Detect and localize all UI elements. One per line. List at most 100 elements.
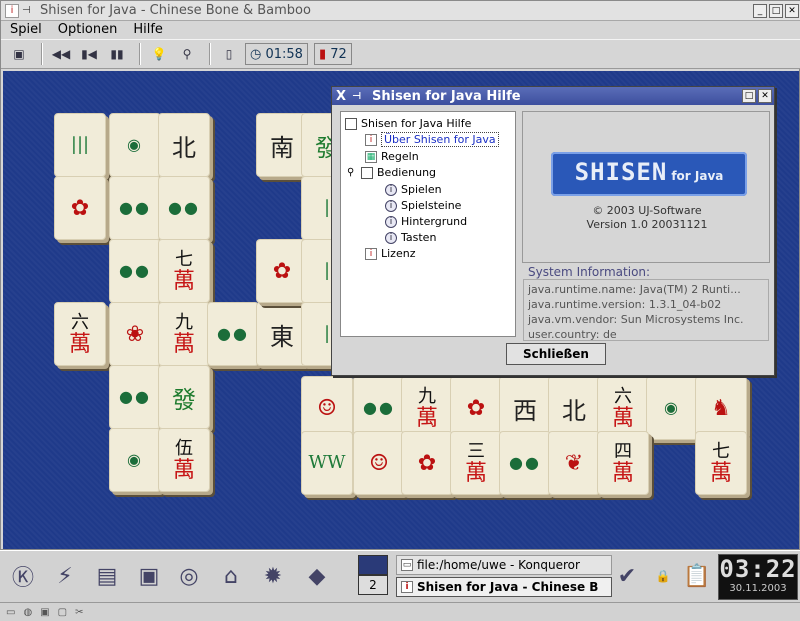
about-panel: SHISEN for Java © 2003 UJ-Software Versi…	[522, 111, 770, 263]
document-icon[interactable]: ▤	[90, 559, 124, 593]
window-icon[interactable]: ▢	[58, 607, 67, 618]
toolbar: ▣ ◀◀ ▮◀ ▮▮ 💡 ⚲ ▯ ◷ 01:58 ▮ 72	[1, 39, 800, 69]
sysinfo-line: user.country: de	[528, 328, 617, 341]
tree-item-label: Hintergrund	[401, 215, 468, 228]
mahjong-tile[interactable]: 九萬	[158, 302, 210, 366]
expand-icon[interactable]: ⚲	[347, 167, 361, 178]
logo-subtitle: for Java	[671, 169, 724, 183]
close-button[interactable]: ✕	[785, 4, 799, 18]
desktop-pager[interactable]: 2	[358, 555, 388, 597]
tree-item-label: Shisen for Java Hilfe	[361, 117, 472, 130]
dialog-close-button[interactable]: ✕	[758, 89, 772, 103]
mahjong-tile[interactable]: ✿	[54, 176, 106, 240]
desktop-2[interactable]: 2	[358, 575, 388, 595]
mahjong-tile[interactable]: ☺	[353, 431, 405, 495]
mahjong-tile[interactable]: ●●	[158, 176, 210, 240]
shell-icon[interactable]: ▣	[132, 559, 166, 593]
mahjong-tile[interactable]: 三萬	[450, 431, 502, 495]
new-game-icon[interactable]: ▣	[7, 42, 31, 66]
mahjong-tile[interactable]: ●●	[109, 239, 161, 303]
mahjong-tile[interactable]: 四萬	[597, 431, 649, 495]
kde-menu-icon[interactable]: Ⓚ	[6, 559, 40, 593]
mahjong-tile[interactable]: 伍萬	[158, 428, 210, 492]
undo-icon[interactable]: ▮◀	[77, 42, 101, 66]
mahjong-tile[interactable]: WW	[301, 431, 353, 495]
bottom-strip: ▭ ◍ ▣ ▢ ✂	[0, 602, 800, 621]
minimize-button[interactable]: _	[753, 4, 767, 18]
mahjong-tile[interactable]: 七萬	[695, 431, 747, 495]
window-title: Shisen for Java - Chinese Bone & Bamboo	[40, 3, 311, 18]
mahjong-tile[interactable]: ◉	[646, 376, 698, 440]
mahjong-tile[interactable]: ●●	[109, 176, 161, 240]
menu-hilfe[interactable]: Hilfe	[124, 21, 170, 39]
sysinfo-line: java.runtime.name: Java(TM) 2 Runti...	[528, 283, 741, 296]
menu-optionen[interactable]: Optionen	[49, 21, 125, 39]
task-konqueror[interactable]: ▭ file:/home/uwe - Konqueror	[396, 555, 612, 575]
clipboard-icon[interactable]: 📋	[680, 559, 714, 593]
mahjong-tile[interactable]: ●●	[499, 431, 551, 495]
maximize-button[interactable]: □	[769, 4, 783, 18]
binoculars-icon[interactable]: ⚲	[175, 42, 199, 66]
tree-item-playing[interactable]: i Spielen	[385, 182, 442, 197]
mahjong-tile[interactable]: ◉	[109, 428, 161, 492]
tree-item-tiles[interactable]: i Spielsteine	[385, 198, 461, 213]
page-icon: ▦	[365, 150, 377, 163]
mahjong-tile[interactable]: ◉	[109, 113, 161, 177]
desktop-1[interactable]	[358, 555, 388, 575]
mahjong-tile[interactable]: ●●	[207, 302, 259, 366]
tree-item-background[interactable]: i Hintergrund	[385, 214, 467, 229]
menu-spiel[interactable]: Spiel	[1, 21, 49, 39]
checkmark-icon[interactable]: ✔	[610, 559, 644, 593]
mahjong-tile[interactable]: 七萬	[158, 239, 210, 303]
home-icon[interactable]: ⌂	[214, 559, 248, 593]
task-label: Shisen for Java - Chinese B	[417, 580, 599, 594]
panel-icon[interactable]: ▭	[6, 607, 15, 618]
mahjong-tile[interactable]: |||	[54, 113, 106, 177]
mahjong-tile[interactable]: 發	[158, 365, 210, 429]
lock-logout-icon[interactable]: 🔒	[646, 559, 680, 593]
tree-item-license[interactable]: i Lizenz	[365, 246, 415, 261]
pin-icon[interactable]: ⊣	[352, 91, 366, 102]
mahjong-tile[interactable]: ❀	[109, 302, 161, 366]
close-dialog-button[interactable]: Schließen	[506, 343, 606, 365]
tile-icon[interactable]: ▯	[217, 42, 241, 66]
mahjong-tile[interactable]: ❦	[548, 431, 600, 495]
tree-item-about[interactable]: i Über Shisen for Java	[365, 132, 499, 147]
mahjong-tile[interactable]: 六萬	[54, 302, 106, 366]
sysinfo-line: java.vm.vendor: Sun Microsystems Inc.	[528, 313, 744, 326]
mahjong-tile[interactable]: 北	[158, 113, 210, 177]
dialog-title-bar[interactable]: X ⊣ Shisen for Java Hilfe □ ✕	[332, 87, 774, 105]
task-shisen[interactable]: i Shisen for Java - Chinese B	[396, 577, 612, 597]
save-icon[interactable]: ▣	[40, 607, 49, 618]
mahjong-tile[interactable]: ●●	[109, 365, 161, 429]
task-label: file:/home/uwe - Konqueror	[417, 558, 580, 572]
tool-icon[interactable]: ◆	[300, 559, 334, 593]
terminal-icon[interactable]: ⚡	[48, 559, 82, 593]
tools-icon[interactable]: ✂	[75, 607, 83, 618]
folder-icon: ▭	[401, 559, 413, 571]
globe-icon[interactable]: ◍	[23, 607, 32, 618]
help-icon: i	[385, 199, 397, 212]
help-icon: i	[385, 231, 397, 244]
pause-icon[interactable]: ▮▮	[105, 42, 129, 66]
logo-title: SHISEN	[574, 158, 668, 186]
mahjong-tile[interactable]: ✿	[401, 431, 453, 495]
tree-item-root[interactable]: Shisen for Java Hilfe	[345, 116, 471, 131]
lifebuoy-icon[interactable]: ◎	[172, 559, 206, 593]
tiles-icon: ▮	[318, 46, 331, 62]
tree-item-rules[interactable]: ▦ Regeln	[365, 149, 419, 164]
clock[interactable]: 03:22 30.11.2003	[718, 554, 798, 600]
pin-icon[interactable]: ⊣	[22, 5, 34, 16]
folder-icon	[345, 117, 357, 130]
rewind-icon[interactable]: ◀◀	[49, 42, 73, 66]
title-bar[interactable]: i ⊣ Shisen for Java - Chinese Bone & Bam…	[1, 1, 800, 21]
tree-item-keys[interactable]: i Tasten	[385, 230, 436, 245]
x-icon[interactable]: X	[336, 89, 352, 104]
hint-icon[interactable]: 💡	[147, 42, 171, 66]
browser-icon[interactable]: ✹	[256, 559, 290, 593]
clock-time: 03:22	[719, 555, 797, 583]
dialog-maximize-button[interactable]: □	[742, 89, 756, 103]
task-list: ▭ file:/home/uwe - Konqueror i Shisen fo…	[396, 555, 612, 599]
app-icon[interactable]: i	[5, 3, 19, 18]
tree-item-usage[interactable]: ⚲ Bedienung	[347, 165, 436, 180]
